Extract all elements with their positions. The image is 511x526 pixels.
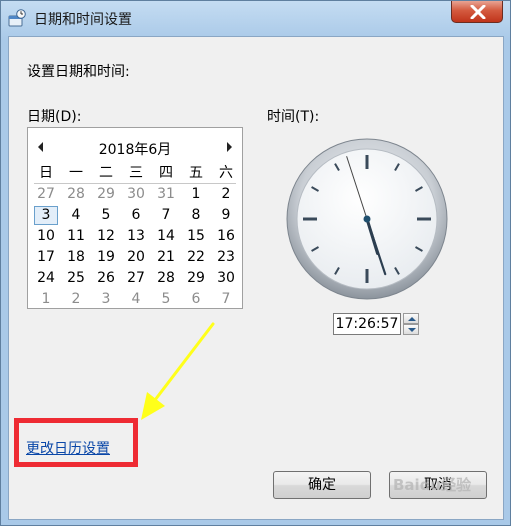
calendar-day[interactable]: 17 — [31, 247, 61, 268]
time-spinner[interactable] — [403, 313, 419, 335]
calendar-day[interactable]: 4 — [61, 205, 91, 226]
calendar-day[interactable]: 28 — [61, 184, 91, 205]
calendar-day[interactable]: 15 — [181, 226, 211, 247]
calendar-day[interactable]: 20 — [121, 247, 151, 268]
calendar-day[interactable]: 13 — [121, 226, 151, 247]
calendar-day[interactable]: 2 — [211, 184, 241, 205]
calendar-day[interactable]: 28 — [151, 268, 181, 289]
calendar-day[interactable]: 19 — [91, 247, 121, 268]
chevron-up-icon — [408, 317, 416, 321]
close-icon — [470, 5, 486, 19]
change-calendar-settings-link[interactable]: 更改日历设置 — [26, 438, 110, 458]
weekday-header: 日 — [39, 165, 53, 181]
ok-button[interactable]: 确定 — [273, 471, 371, 499]
calendar-day[interactable]: 25 — [61, 268, 91, 289]
calendar-day[interactable]: 27 — [31, 184, 61, 205]
weekday-header: 四 — [159, 165, 173, 181]
calendar-day[interactable]: 5 — [151, 289, 181, 310]
window-title: 日期和时间设置 — [34, 12, 132, 28]
spin-up-button[interactable] — [403, 313, 419, 324]
weekday-header: 六 — [219, 165, 233, 181]
analog-clock — [286, 138, 448, 300]
calendar-day[interactable]: 23 — [211, 247, 241, 268]
calendar-day[interactable]: 29 — [181, 268, 211, 289]
date-label: 日期(D): — [27, 109, 82, 125]
calendar-grid: 日一二三四五六 27 28 29 30 31 1 2 3 4 5 6 7 8 9 10 11 12 13 14 15 16… — [31, 163, 241, 310]
calendar-day[interactable]: 16 — [211, 226, 241, 247]
weekday-header: 三 — [129, 165, 143, 181]
calendar-day[interactable]: 30 — [121, 184, 151, 205]
close-button[interactable] — [451, 1, 503, 23]
weekday-header: 一 — [69, 165, 83, 181]
calendar-day[interactable]: 6 — [181, 289, 211, 310]
chevron-right-icon[interactable] — [222, 139, 236, 155]
dialog-body: 设置日期和时间: 日期(D): 时间(T): 2018年6月 日一二三四五六 27… — [8, 36, 504, 520]
calendar-day[interactable]: 7 — [211, 289, 241, 310]
annotation-arrow — [141, 322, 215, 420]
calendar-day[interactable]: 6 — [121, 205, 151, 226]
calendar-day[interactable]: 7 — [151, 205, 181, 226]
calendar-day[interactable]: 3 — [91, 289, 121, 310]
calendar-day[interactable]: 1 — [181, 184, 211, 205]
calendar: 2018年6月 日一二三四五六 27 28 29 30 31 1 2 3 4 5 6 7 8 9 10 11 12… — [27, 127, 243, 309]
calendar-day[interactable]: 26 — [91, 268, 121, 289]
calendar-day[interactable]: 21 — [151, 247, 181, 268]
window-frame: 日期和时间设置 设置日期和时间: 日期(D): 时间(T): 2018年6月 日… — [0, 0, 511, 526]
calendar-day[interactable]: 30 — [211, 268, 241, 289]
calendar-day[interactable]: 11 — [61, 226, 91, 247]
title-bar[interactable]: 日期和时间设置 — [1, 1, 511, 35]
calendar-day[interactable]: 29 — [91, 184, 121, 205]
spin-down-button[interactable] — [403, 324, 419, 335]
calendar-day[interactable]: 2 — [61, 289, 91, 310]
calendar-header: 2018年6月 — [28, 137, 242, 159]
calendar-day[interactable]: 27 — [121, 268, 151, 289]
time-label: 时间(T): — [267, 109, 320, 125]
calendar-day[interactable]: 18 — [61, 247, 91, 268]
date-time-settings-icon — [8, 9, 26, 27]
cancel-button[interactable]: 取消 — [389, 471, 487, 499]
chevron-down-icon — [408, 328, 416, 332]
calendar-day[interactable]: 14 — [151, 226, 181, 247]
dialog-heading: 设置日期和时间: — [27, 64, 130, 80]
calendar-day[interactable]: 8 — [181, 205, 211, 226]
time-input[interactable]: 17:26:57 — [333, 313, 401, 335]
calendar-day[interactable]: 10 — [31, 226, 61, 247]
calendar-day-selected[interactable]: 3 — [34, 206, 58, 225]
weekday-header: 五 — [189, 165, 203, 181]
weekday-header: 二 — [99, 165, 113, 181]
calendar-month-title[interactable]: 2018年6月 — [28, 139, 242, 159]
calendar-day[interactable]: 4 — [121, 289, 151, 310]
calendar-day[interactable]: 31 — [151, 184, 181, 205]
calendar-day[interactable]: 9 — [211, 205, 241, 226]
calendar-day[interactable]: 22 — [181, 247, 211, 268]
calendar-day[interactable]: 1 — [31, 289, 61, 310]
calendar-day[interactable]: 5 — [91, 205, 121, 226]
calendar-day[interactable]: 24 — [31, 268, 61, 289]
calendar-day[interactable]: 12 — [91, 226, 121, 247]
